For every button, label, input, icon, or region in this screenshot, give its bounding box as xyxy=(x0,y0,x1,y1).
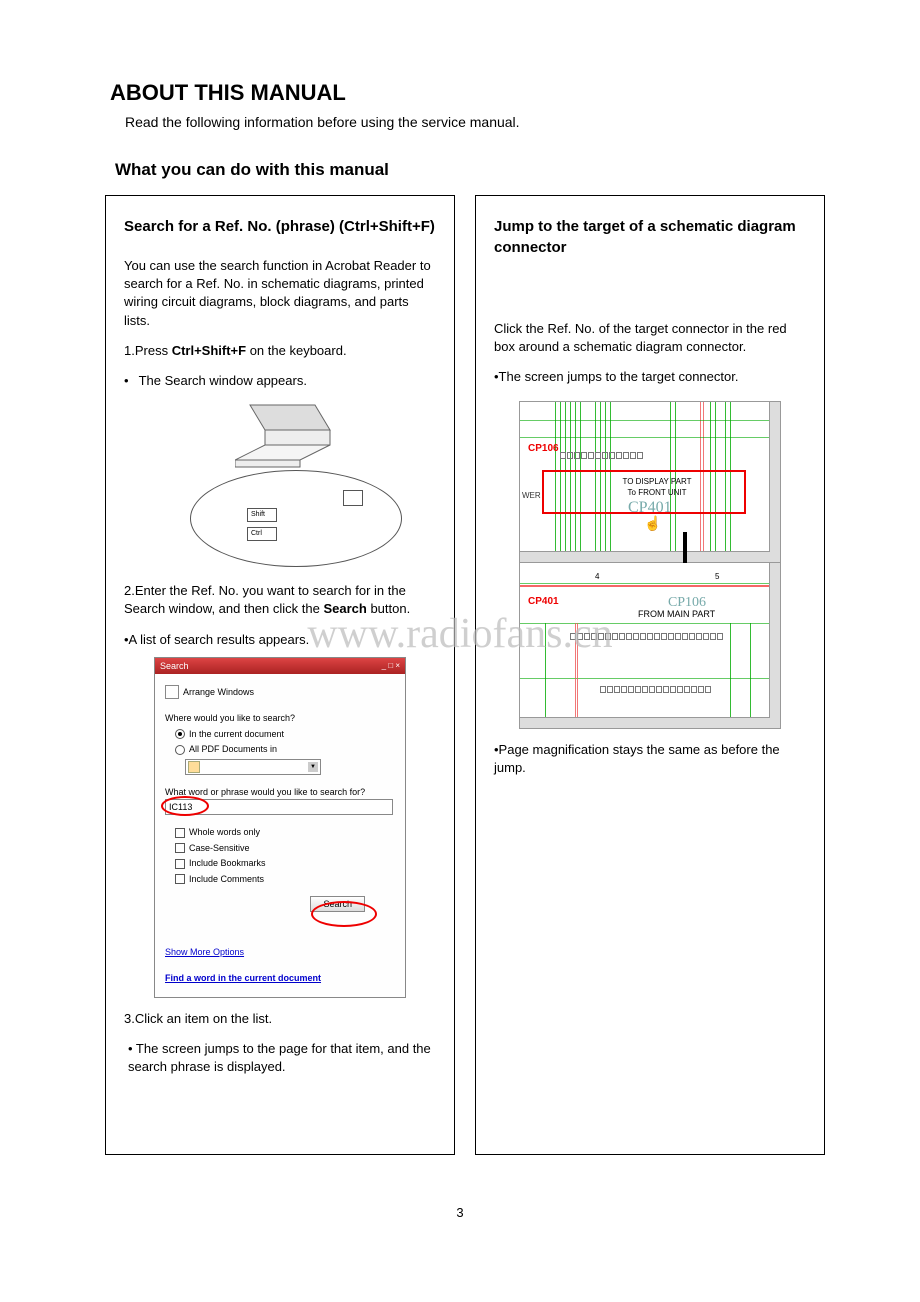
left-column: Search for a Ref. No. (phrase) (Ctrl+Shi… xyxy=(105,195,455,1155)
label-cp401-bottom: CP401 xyxy=(528,595,559,609)
page-number: 3 xyxy=(50,1205,870,1220)
arrange-windows-icon xyxy=(165,685,179,699)
intro-text: Read the following information before us… xyxy=(125,114,870,130)
radio-current-doc: In the current document xyxy=(175,728,395,741)
left-step2: 2.Enter the Ref. No. you want to search … xyxy=(124,582,436,618)
step1-bold: Ctrl+Shift+F xyxy=(172,343,246,358)
step1-suffix: on the keyboard. xyxy=(246,343,346,358)
laptop-icon xyxy=(235,400,345,475)
chk-whole-words: Whole words only xyxy=(189,826,260,839)
axis-4: 4 xyxy=(595,571,599,582)
axis-5: 5 xyxy=(715,571,719,582)
label-display-part: TO DISPLAY PART To FRONT UNIT xyxy=(612,476,702,498)
label-from-main: FROM MAIN PART xyxy=(638,608,715,621)
right-footer: •Page magnification stays the same as be… xyxy=(494,741,806,777)
chk-bookmarks: Include Bookmarks xyxy=(189,857,266,870)
window-controls-icon: _ □ × xyxy=(382,660,400,671)
schematic-bottom: 4 5 CP401 CP106 FROM MAIN PART xyxy=(520,563,780,728)
hand-cursor-icon: ☝ xyxy=(644,514,661,534)
section-heading: What you can do with this manual xyxy=(115,160,870,180)
search-button: Search xyxy=(310,896,365,912)
show-more-link: Show More Options xyxy=(165,946,395,959)
right-column: Jump to the target of a schematic diagra… xyxy=(475,195,825,1155)
step2-bold: Search xyxy=(323,601,366,616)
label-cp106: CP106 xyxy=(528,442,559,456)
radio-all-label: All PDF Documents in xyxy=(189,743,277,756)
shift-key: Shift xyxy=(247,508,277,522)
search-dialog: Search _ □ × Arrange Windows Where would… xyxy=(154,657,406,998)
step2-bullet: •A list of search results appears. xyxy=(124,631,436,649)
left-p1: You can use the search function in Acrob… xyxy=(124,257,436,330)
step1-bullet: The Search window appears. xyxy=(138,372,436,390)
radio-current-label: In the current document xyxy=(189,728,284,741)
checkbox-icon xyxy=(175,828,185,838)
radio-on-icon xyxy=(175,729,185,739)
scrollbar-h xyxy=(520,551,780,562)
scrollbar-h xyxy=(520,717,780,728)
scrollbar-v xyxy=(769,563,780,718)
folder-select: ▼ xyxy=(185,759,321,775)
chk-case: Case-Sensitive xyxy=(189,842,250,855)
left-step1: 1.Press Ctrl+Shift+F on the keyboard. xyxy=(124,342,436,360)
ctrl-key: Ctrl xyxy=(247,527,277,541)
chevron-down-icon: ▼ xyxy=(308,762,318,772)
right-col-title: Jump to the target of a schematic diagra… xyxy=(494,216,806,258)
search-where-label: Where would you like to search? xyxy=(165,712,395,725)
f-key xyxy=(343,490,363,506)
scrollbar-v xyxy=(769,402,780,552)
folder-icon xyxy=(188,761,200,773)
step2-suffix: button. xyxy=(367,601,410,616)
speech-bubble xyxy=(190,470,402,567)
checkbox-icon xyxy=(175,859,185,869)
dialog-title-text: Search xyxy=(160,660,189,673)
arrange-windows-row: Arrange Windows xyxy=(165,685,395,699)
arrange-windows-label: Arrange Windows xyxy=(183,686,254,699)
schematic-illustration: CP106 WER TO DISPLAY PART To FRONT UNIT … xyxy=(519,401,781,729)
radio-all-docs: All PDF Documents in xyxy=(175,743,395,756)
right-p1-bullet: •The screen jumps to the target connecto… xyxy=(494,368,806,386)
right-p1: Click the Ref. No. of the target connect… xyxy=(494,320,806,356)
step1-prefix: 1.Press xyxy=(124,343,172,358)
checkbox-icon xyxy=(175,874,185,884)
checkbox-icon xyxy=(175,843,185,853)
dialog-titlebar: Search _ □ × xyxy=(155,658,405,675)
label-wer: WER xyxy=(522,490,541,501)
laptop-illustration: Shift Ctrl xyxy=(150,400,410,570)
left-step3: 3.Click an item on the list. xyxy=(124,1010,436,1028)
main-title: ABOUT THIS MANUAL xyxy=(110,80,870,106)
search-what-label: What word or phrase would you like to se… xyxy=(165,786,395,799)
find-word-link: Find a word in the current document xyxy=(165,972,395,985)
radio-off-icon xyxy=(175,745,185,755)
schematic-top: CP106 WER TO DISPLAY PART To FRONT UNIT … xyxy=(520,402,780,563)
search-input: IC113 xyxy=(165,799,393,816)
left-col-title: Search for a Ref. No. (phrase) (Ctrl+Shi… xyxy=(124,216,436,237)
step3-bullet: • The screen jumps to the page for that … xyxy=(128,1040,436,1076)
chk-comments: Include Comments xyxy=(189,873,264,886)
